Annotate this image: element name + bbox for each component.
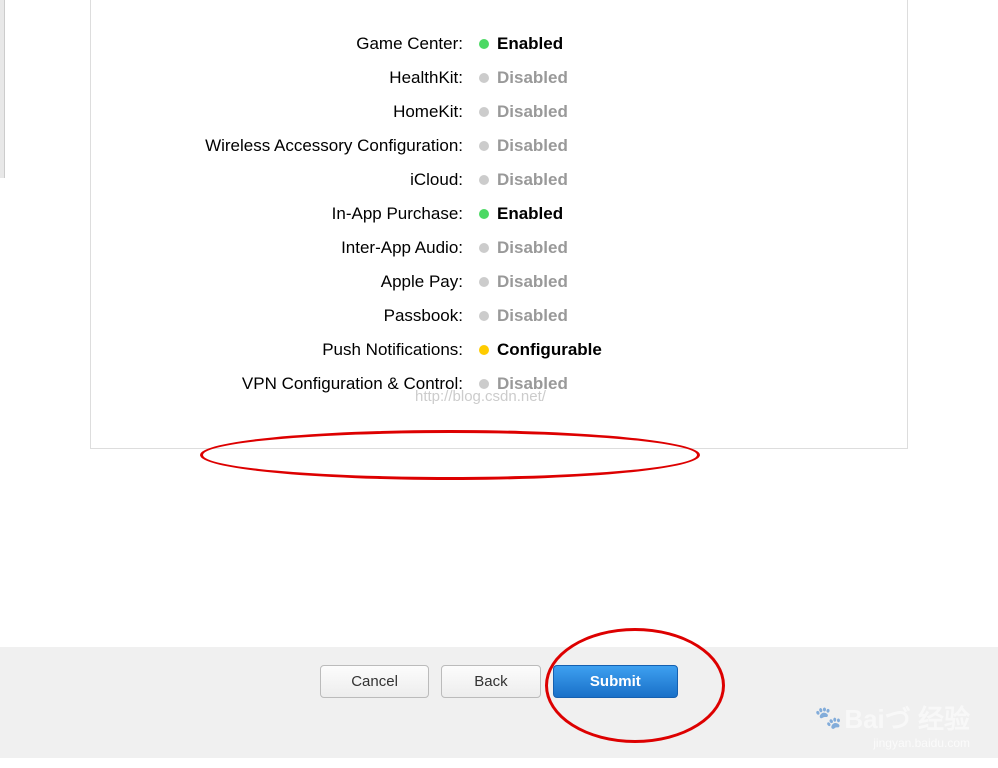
- service-row: Game Center: Enabled: [131, 34, 867, 54]
- status-dot-icon: [479, 345, 489, 355]
- cancel-button[interactable]: Cancel: [320, 665, 429, 698]
- service-status: Enabled: [471, 34, 563, 54]
- status-text: Configurable: [497, 340, 602, 360]
- service-status: Configurable: [471, 340, 602, 360]
- service-label: Inter-App Audio:: [131, 238, 471, 258]
- status-dot-icon: [479, 277, 489, 287]
- service-row: Wireless Accessory Configuration: Disable…: [131, 136, 867, 156]
- service-status: Disabled: [471, 68, 568, 88]
- services-panel: Game Center:EnabledHealthKit:DisabledHom…: [90, 0, 908, 449]
- status-dot-icon: [479, 175, 489, 185]
- service-label: HomeKit:: [131, 102, 471, 122]
- service-row: iCloud: Disabled: [131, 170, 867, 190]
- status-text: Disabled: [497, 68, 568, 88]
- service-status: Disabled: [471, 374, 568, 394]
- service-status: Enabled: [471, 204, 563, 224]
- service-label: Wireless Accessory Configuration:: [131, 136, 471, 156]
- service-row: In-App Purchase: Enabled: [131, 204, 867, 224]
- status-text: Disabled: [497, 170, 568, 190]
- service-label: VPN Configuration & Control:: [131, 374, 471, 394]
- footer-bar: Cancel Back Submit: [0, 647, 998, 758]
- status-dot-icon: [479, 73, 489, 83]
- status-text: Disabled: [497, 272, 568, 292]
- service-status: Disabled: [471, 272, 568, 292]
- status-dot-icon: [479, 39, 489, 49]
- service-row: Push Notifications: Configurable: [131, 340, 867, 360]
- status-dot-icon: [479, 141, 489, 151]
- service-row: Passbook: Disabled: [131, 306, 867, 326]
- service-status: Disabled: [471, 170, 568, 190]
- status-dot-icon: [479, 311, 489, 321]
- service-status: Disabled: [471, 238, 568, 258]
- status-dot-icon: [479, 209, 489, 219]
- status-dot-icon: [479, 107, 489, 117]
- left-edge-strip: [0, 0, 5, 178]
- status-text: Enabled: [497, 204, 563, 224]
- service-label: Apple Pay:: [131, 272, 471, 292]
- status-dot-icon: [479, 379, 489, 389]
- status-text: Disabled: [497, 306, 568, 326]
- status-text: Enabled: [497, 34, 563, 54]
- service-status: Disabled: [471, 136, 568, 156]
- service-row: HomeKit: Disabled: [131, 102, 867, 122]
- service-label: In-App Purchase:: [131, 204, 471, 224]
- service-row: Apple Pay: Disabled: [131, 272, 867, 292]
- service-label: HealthKit:: [131, 68, 471, 88]
- status-dot-icon: [479, 243, 489, 253]
- service-label: Game Center:: [131, 34, 471, 54]
- main-container: Game Center:EnabledHealthKit:DisabledHom…: [0, 0, 998, 449]
- service-label: iCloud:: [131, 170, 471, 190]
- status-text: Disabled: [497, 238, 568, 258]
- service-status: Disabled: [471, 102, 568, 122]
- service-label: Push Notifications:: [131, 340, 471, 360]
- status-text: Disabled: [497, 136, 568, 156]
- status-text: Disabled: [497, 102, 568, 122]
- service-label: Passbook:: [131, 306, 471, 326]
- service-row: VPN Configuration & Control: Disabled: [131, 374, 867, 394]
- back-button[interactable]: Back: [441, 665, 541, 698]
- service-row: Inter-App Audio: Disabled: [131, 238, 867, 258]
- service-row: HealthKit: Disabled: [131, 68, 867, 88]
- status-text: Disabled: [497, 374, 568, 394]
- submit-button[interactable]: Submit: [553, 665, 678, 698]
- service-status: Disabled: [471, 306, 568, 326]
